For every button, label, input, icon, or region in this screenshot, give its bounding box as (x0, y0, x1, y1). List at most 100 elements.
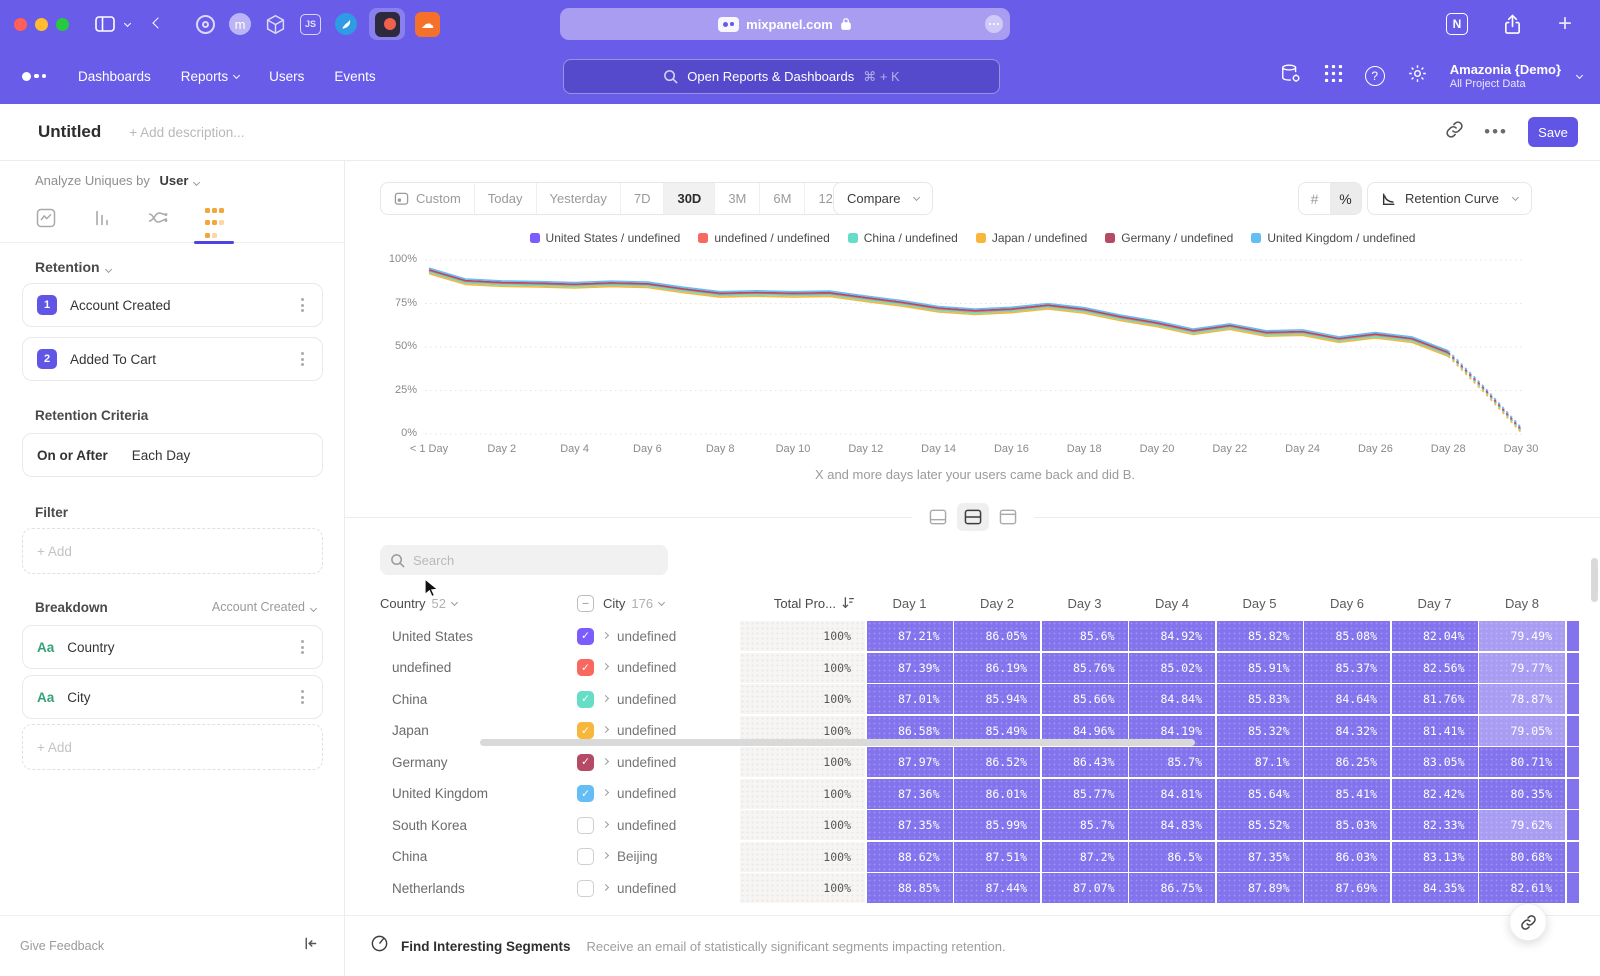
give-feedback-link[interactable]: Give Feedback (20, 939, 104, 953)
cell-retention-value[interactable]: 85.94% (954, 684, 1040, 714)
cell-retention-value[interactable]: 84.83% (1129, 810, 1215, 840)
range-custom[interactable]: Custom (381, 183, 475, 214)
extension-mixpanel-icon[interactable] (369, 8, 405, 40)
cell-country[interactable]: United States (380, 621, 565, 651)
cell-retention-value[interactable]: 79.62% (1479, 810, 1565, 840)
find-segments-link[interactable]: Find Interesting Segments (401, 939, 571, 954)
cell-retention-value[interactable]: 79.49% (1479, 621, 1565, 651)
expand-row-icon[interactable] (602, 726, 609, 733)
expand-row-icon[interactable] (602, 852, 609, 859)
cell-retention-value[interactable]: 87.51% (954, 842, 1040, 872)
range-today[interactable]: Today (475, 183, 537, 214)
cell-retention-value[interactable]: 79.05% (1479, 716, 1565, 746)
series-line[interactable] (1448, 356, 1521, 432)
cell-retention-value[interactable]: 87.69% (1304, 873, 1390, 903)
cell-retention-value[interactable]: 82.33% (1392, 810, 1478, 840)
expand-row-icon[interactable] (602, 663, 609, 670)
cell-retention-value[interactable]: 85.7% (1129, 747, 1215, 777)
cell-retention-value[interactable]: 85.32% (1217, 716, 1303, 746)
horizontal-scrollbar[interactable] (480, 739, 1195, 746)
retention-section-header[interactable]: Retention (35, 259, 111, 275)
cell-country[interactable]: Germany (380, 747, 565, 777)
back-icon[interactable] (152, 17, 163, 28)
cell-retention-value[interactable]: 82.42% (1392, 779, 1478, 809)
retention-line-chart[interactable] (425, 255, 1525, 441)
tab-retention[interactable] (192, 201, 236, 243)
more-options-button[interactable]: ••• (1484, 122, 1508, 142)
cell-retention-value[interactable]: 85.82% (1217, 621, 1303, 651)
chevron-down-icon[interactable] (124, 19, 131, 26)
analyze-value-dropdown[interactable]: User (160, 173, 189, 188)
zoom-window-button[interactable] (56, 18, 69, 31)
extension-soundcloud-icon[interactable]: ☁ (415, 12, 440, 37)
cell-retention-value[interactable]: 87.07% (1042, 873, 1128, 903)
minimize-window-button[interactable] (35, 18, 48, 31)
retention-step-2[interactable]: 2 Added To Cart (22, 337, 323, 381)
extension-bird-icon[interactable] (335, 13, 357, 35)
page-options-icon[interactable] (985, 15, 1003, 33)
cell-retention-value[interactable]: 84.81% (1129, 779, 1215, 809)
breakdown-menu-icon[interactable] (297, 686, 308, 708)
cell-retention-value[interactable]: 85.7% (1042, 810, 1128, 840)
cell-retention-value[interactable]: 87.89% (1217, 873, 1303, 903)
step-menu-icon[interactable] (297, 294, 308, 316)
settings-gear-icon[interactable] (1407, 63, 1428, 89)
cell-retention-value[interactable]: 84.92% (1129, 621, 1215, 651)
cell-retention-value[interactable]: 85.99% (954, 810, 1040, 840)
column-header-day[interactable]: Day 7 (1392, 596, 1478, 611)
cell-retention-value[interactable]: 85.83% (1217, 684, 1303, 714)
expand-row-icon[interactable] (602, 757, 609, 764)
cell-retention-value[interactable]: 88.85% (867, 873, 953, 903)
copy-link-icon[interactable] (1445, 120, 1464, 144)
step-menu-icon[interactable] (297, 348, 308, 370)
column-header-city[interactable]: – City 176 (565, 595, 740, 612)
number-format-button[interactable]: # (1299, 183, 1330, 214)
cell-retention-value[interactable]: 87.39% (867, 653, 953, 683)
expand-row-icon[interactable] (602, 883, 609, 890)
expand-row-icon[interactable] (602, 694, 609, 701)
page-title[interactable]: Untitled (38, 122, 101, 142)
nav-item-reports[interactable]: Reports (181, 69, 239, 84)
cell-retention-value[interactable]: 86.75% (1129, 873, 1215, 903)
legend-item[interactable]: China / undefined (848, 231, 958, 245)
cell-retention-value[interactable]: 87.97% (867, 747, 953, 777)
cell-retention-value[interactable]: 86.05% (954, 621, 1040, 651)
column-header-day[interactable]: Day 5 (1217, 596, 1303, 611)
range-6m[interactable]: 6M (760, 183, 805, 214)
breakdown-city[interactable]: Aa City (22, 675, 323, 719)
save-button[interactable]: Save (1528, 117, 1578, 147)
column-header-day[interactable]: Day 6 (1304, 596, 1390, 611)
nav-item-users[interactable]: Users (269, 69, 304, 84)
cell-retention-value[interactable]: 85.76% (1042, 653, 1128, 683)
cell-retention-value[interactable]: 81.76% (1392, 684, 1478, 714)
cell-retention-value[interactable]: 85.66% (1042, 684, 1128, 714)
cell-retention-value[interactable]: 81.41% (1392, 716, 1478, 746)
apps-grid-icon[interactable] (1324, 64, 1343, 88)
column-header-day[interactable]: Day 4 (1129, 596, 1215, 611)
cell-retention-value[interactable]: 80.71% (1479, 747, 1565, 777)
column-header-day[interactable]: Day 3 (1042, 596, 1128, 611)
column-header-day[interactable]: Day 1 (867, 596, 953, 611)
share-icon[interactable] (1503, 14, 1522, 35)
column-header-country[interactable]: Country 52 (380, 596, 565, 611)
series-line[interactable] (1448, 355, 1521, 432)
cell-retention-value[interactable]: 84.64% (1304, 684, 1390, 714)
cell-retention-value[interactable]: 82.61% (1479, 873, 1565, 903)
chart-only-view-button[interactable] (922, 503, 954, 531)
cell-country[interactable]: South Korea (380, 810, 565, 840)
column-header-day[interactable]: Day 8 (1479, 596, 1565, 611)
cell-country[interactable]: China (380, 842, 565, 872)
extension-target-icon[interactable] (196, 15, 215, 34)
row-checkbox[interactable]: ✓ (577, 691, 594, 708)
extension-box-icon[interactable] (265, 14, 286, 35)
cell-retention-value[interactable]: 85.02% (1129, 653, 1215, 683)
row-checkbox[interactable]: ✓ (577, 659, 594, 676)
cell-retention-value[interactable]: 87.1% (1217, 747, 1303, 777)
cell-retention-value[interactable]: 83.05% (1392, 747, 1478, 777)
percent-format-button[interactable]: % (1330, 183, 1361, 214)
expand-row-icon[interactable] (602, 631, 609, 638)
select-all-checkbox[interactable]: – (577, 595, 594, 612)
tab-funnels[interactable] (80, 201, 124, 243)
cell-retention-value[interactable]: 84.84% (1129, 684, 1215, 714)
cell-retention-value[interactable]: 87.44% (954, 873, 1040, 903)
